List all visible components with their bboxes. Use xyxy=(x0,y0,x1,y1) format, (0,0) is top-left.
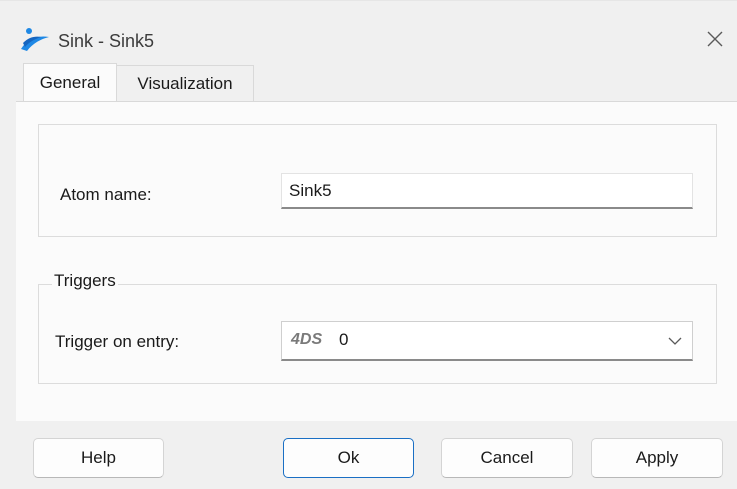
tab-label: Visualization xyxy=(137,73,233,93)
trigger-on-entry-label: Trigger on entry: xyxy=(55,332,180,351)
title-bar: Sink - Sink5 xyxy=(0,1,737,63)
close-button[interactable] xyxy=(702,28,728,54)
app-logo-icon xyxy=(19,27,51,53)
tab-visualization[interactable]: Visualization xyxy=(117,65,254,101)
tab-label: General xyxy=(39,72,101,92)
triggers-group-label: Triggers xyxy=(52,271,118,291)
dialog-window: Sink - Sink5 General Visualization Atom … xyxy=(0,0,737,489)
trigger-value: 0 xyxy=(339,330,349,349)
apply-button[interactable]: Apply xyxy=(591,438,723,478)
atom-name-input[interactable]: Sink5 xyxy=(281,173,693,209)
atom-name-label: Atom name: xyxy=(60,185,152,204)
code-prefix-label: 4DS xyxy=(291,331,323,348)
chevron-down-icon xyxy=(668,334,682,348)
ok-button[interactable]: Ok xyxy=(283,438,414,478)
help-button[interactable]: Help xyxy=(33,438,164,478)
tab-general[interactable]: General xyxy=(23,63,117,101)
trigger-on-entry-dropdown[interactable]: 4DS 0 xyxy=(281,321,693,361)
close-icon xyxy=(706,30,724,52)
window-title: Sink - Sink5 xyxy=(58,31,155,51)
cancel-button[interactable]: Cancel xyxy=(441,438,573,478)
